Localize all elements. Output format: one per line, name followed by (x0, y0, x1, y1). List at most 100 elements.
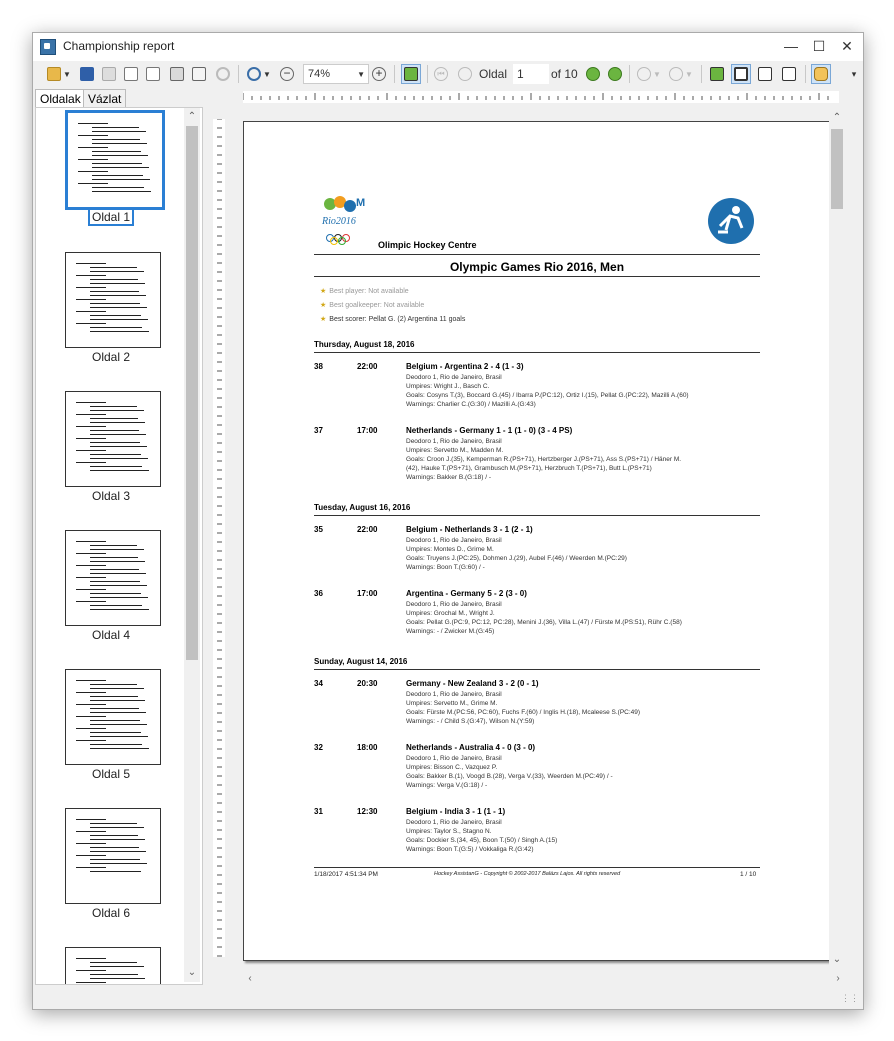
thumbnails-scrollbar[interactable]: ⌃ ⌄ (184, 108, 200, 982)
back-button[interactable]: ▼ (635, 64, 663, 84)
thumbnail-page-3[interactable] (65, 391, 161, 487)
blank-page-button[interactable] (145, 64, 161, 84)
thumbnail-line (90, 573, 146, 574)
thumbnails-icon (404, 67, 418, 81)
thumbnail-line (92, 191, 151, 192)
match-time: 20:30 (357, 679, 378, 688)
thumbnail-label-2[interactable]: Oldal 2 (36, 350, 186, 364)
stop-icon (216, 67, 230, 81)
prev-page-button[interactable] (457, 64, 473, 84)
document-scroll-thumb[interactable] (831, 129, 843, 209)
thumbnails-toggle[interactable] (401, 64, 421, 84)
multiple-pages-button[interactable] (781, 64, 797, 84)
scroll-left-icon[interactable]: ‹ (243, 972, 257, 986)
page-setup-button[interactable] (123, 64, 139, 84)
dropdown-arrow-icon: ▼ (263, 69, 271, 79)
best-player-line: ★ Best player: Not available (320, 287, 409, 295)
match-detail: Warnings: Charlier C.(G:30) / Mazilli A.… (406, 401, 536, 408)
thumbnail-page-2[interactable] (65, 252, 161, 348)
match-detail: Goals: Cosyns T.(3), Boccard G.(45) / Ib… (406, 392, 689, 399)
thumbnail-label-3[interactable]: Oldal 3 (36, 489, 186, 503)
thumbnail-label-1[interactable]: Oldal 1 (36, 208, 186, 226)
zoom-select[interactable]: 74% ▼ (303, 64, 369, 84)
export-button[interactable] (191, 64, 207, 84)
match-time: 22:00 (357, 525, 378, 534)
tab-pages[interactable]: Oldalak (35, 89, 86, 109)
last-page-icon (608, 67, 622, 81)
match-detail: Umpires: Bisson C., Vazquez P. (406, 764, 498, 771)
close-button[interactable]: ✕ (833, 35, 861, 57)
two-pages-button[interactable] (757, 64, 773, 84)
resize-grip-icon[interactable]: ⋮⋮ (841, 993, 859, 1004)
page-number-input[interactable]: 1 (513, 64, 549, 84)
thumbnail-line (76, 402, 106, 403)
thumbnail-line (90, 966, 144, 967)
continuous-page-icon (734, 67, 748, 81)
thumbnail-label-4[interactable]: Oldal 4 (36, 628, 186, 642)
single-page-icon (710, 67, 724, 81)
zoom-in-button[interactable]: + (371, 64, 387, 84)
zoom-out-button[interactable]: − (279, 64, 295, 84)
thumbnail-line (92, 163, 142, 164)
thumbnail-line (90, 279, 138, 280)
thumbnail-line (76, 565, 106, 566)
thumbnail-line (90, 585, 147, 586)
scroll-right-icon[interactable]: › (831, 972, 845, 986)
document-horizontal-scrollbar[interactable]: ‹ › (243, 971, 845, 987)
thumbnail-line (90, 466, 142, 467)
thumbnail-line (90, 581, 140, 582)
single-page-button[interactable] (709, 64, 725, 84)
forward-button[interactable]: ▼ (667, 64, 695, 84)
zoom-in-dropdown[interactable]: ▼ (245, 64, 273, 84)
thumbnail-label-5[interactable]: Oldal 5 (36, 767, 186, 781)
thumbnail-line (90, 458, 148, 459)
print-button[interactable] (169, 64, 185, 84)
continuous-page-button[interactable] (731, 64, 751, 84)
match-title: Netherlands - Germany 1 - 1 (1 - 0) (3 -… (406, 426, 573, 435)
thumbnail-line (76, 553, 106, 554)
scroll-down-icon[interactable]: ⌄ (830, 953, 844, 967)
scroll-up-icon[interactable]: ⌃ (830, 111, 844, 125)
minimize-button[interactable]: — (777, 35, 805, 57)
thumbnail-line (90, 823, 137, 824)
match-number: 38 (314, 362, 323, 371)
last-page-button[interactable] (607, 64, 623, 84)
match-detail: Umpires: Taylor S., Stagno N. (406, 828, 492, 835)
scroll-down-icon[interactable]: ⌄ (185, 966, 199, 980)
horizontal-ruler (242, 91, 839, 103)
thumbnail-line (90, 609, 149, 610)
stop-button[interactable] (215, 64, 231, 84)
thumbnails-scroll-thumb[interactable] (186, 126, 198, 660)
export-icon (192, 67, 206, 81)
thumbnail-page-4[interactable] (65, 530, 161, 626)
thumbnail-page-7[interactable] (65, 947, 161, 984)
thumbnail-page-5[interactable] (65, 669, 161, 765)
thumbnail-line (78, 159, 108, 160)
first-page-button[interactable]: ⏮ (433, 64, 449, 84)
hand-tool-button[interactable] (811, 64, 831, 84)
match-detail: Deodoro 1, Rio de Janeiro, Brasil (406, 537, 502, 544)
thumbnail-line (90, 406, 137, 407)
thumbnail-line (90, 303, 140, 304)
thumbnail-line (90, 307, 147, 308)
thumbnail-line (92, 131, 146, 132)
thumbnail-line (78, 183, 108, 184)
maximize-button[interactable]: ☐ (805, 35, 833, 57)
toolbar-overflow-button[interactable]: ▾ (849, 64, 859, 84)
match-detail: Deodoro 1, Rio de Janeiro, Brasil (406, 438, 502, 445)
open-button[interactable]: ▼ (45, 64, 73, 84)
scroll-up-icon[interactable]: ⌃ (185, 110, 199, 124)
match-detail: Goals: Croon J.(35), Kemperman R.(PS+71)… (406, 456, 682, 463)
thumbnail-page-1[interactable] (65, 110, 165, 210)
thumbnail-page-6[interactable] (65, 808, 161, 904)
match-title: Belgium - Argentina 2 - 4 (1 - 3) (406, 362, 524, 371)
thumbnail-label-6[interactable]: Oldal 6 (36, 906, 186, 920)
next-page-button[interactable] (585, 64, 601, 84)
copy-button[interactable] (101, 64, 117, 84)
thumbnail-line (76, 589, 106, 590)
document-scrollbar[interactable]: ⌃ ⌄ (829, 107, 845, 971)
tab-outline[interactable]: Vázlat (83, 89, 127, 108)
forward-icon (669, 67, 684, 81)
thumbnail-line (92, 143, 147, 144)
save-button[interactable] (79, 64, 95, 84)
